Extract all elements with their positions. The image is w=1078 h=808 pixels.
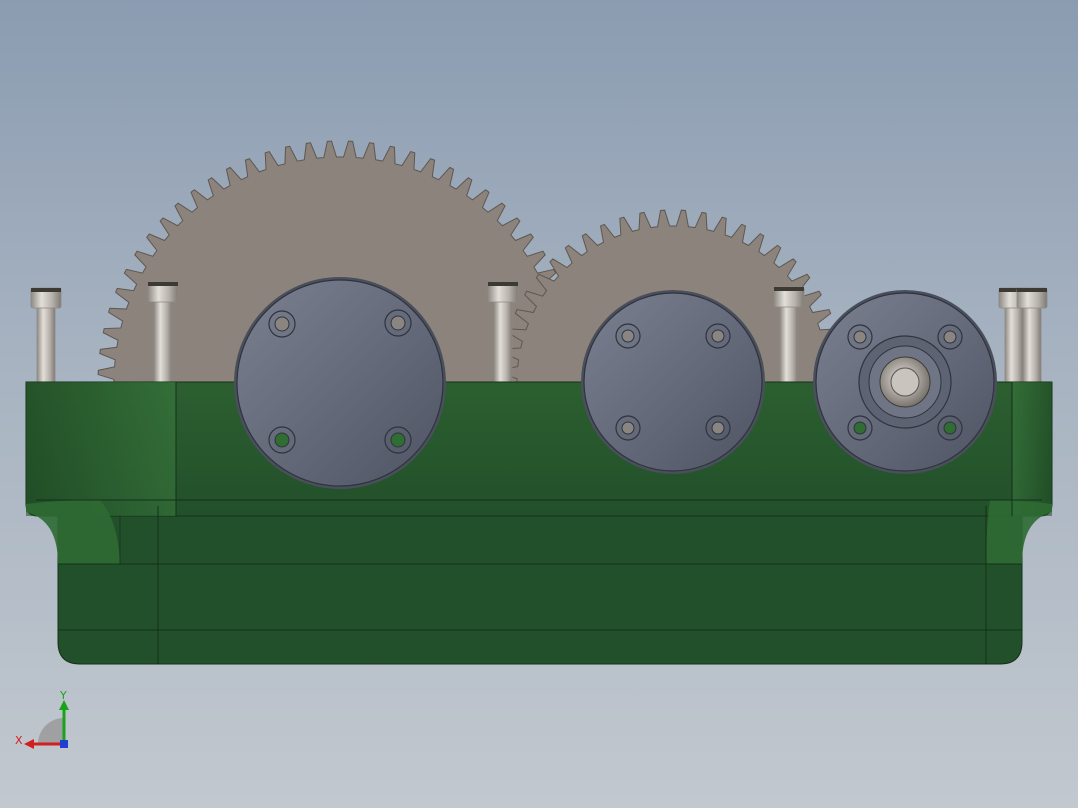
bearing-cap-left [234,277,446,489]
cap-bolt-hole [274,432,290,448]
coordinate-triad: Y X [15,689,69,749]
cap-bolt-hole [711,421,725,435]
bearing-cap-right [813,290,997,474]
triad-x-label: X [15,734,23,747]
triad-y-label: Y [59,689,67,702]
housing-right-fillet [986,500,1052,564]
cap-bolt-hole [390,315,406,331]
cap-bolt-hole [390,432,406,448]
cap-bolt-hole [943,421,957,435]
housing-left-fillet [26,500,120,564]
housing-bolt [30,287,62,385]
housing-lower-body [57,505,1023,665]
shaft-end [890,367,920,397]
housing-right-flank [1012,382,1052,516]
cap-bolt-hole [853,421,867,435]
triad-x-arrowhead [24,739,34,749]
triad-z-axis [60,740,68,748]
housing-left-flank [26,382,176,516]
cap-bolt-hole [274,316,290,332]
cap-bolt-hole [621,421,635,435]
cap-bolt-hole [853,330,867,344]
cad-viewport[interactable]: Y X [0,0,1078,808]
cap-bolt-hole [711,329,725,343]
cap-bolt-hole [943,330,957,344]
cap-bolt-hole [621,329,635,343]
bearing-cap-middle [581,290,765,474]
